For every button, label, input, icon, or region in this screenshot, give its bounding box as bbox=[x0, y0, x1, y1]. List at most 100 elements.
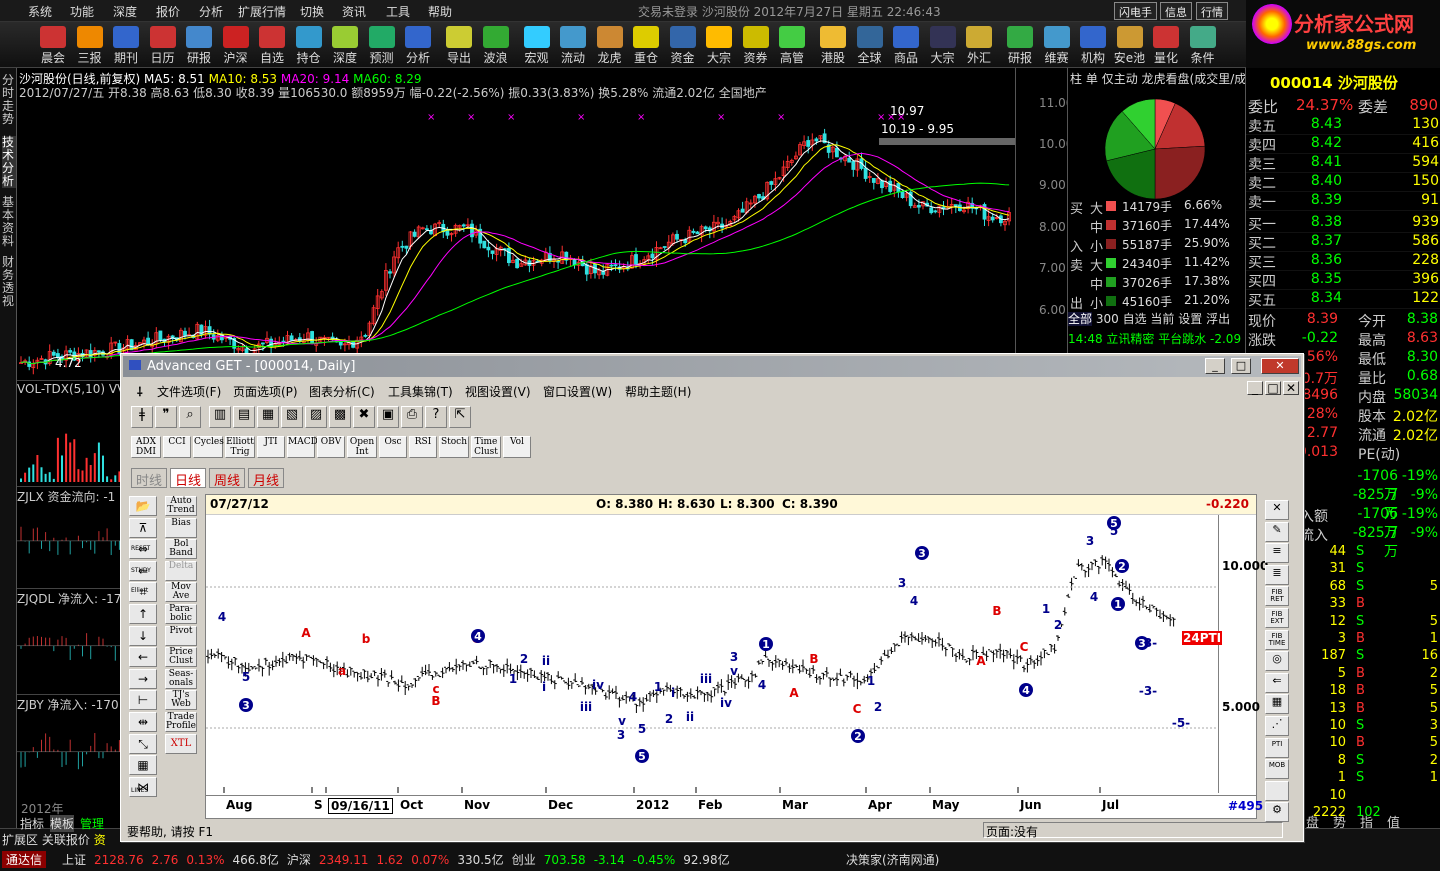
menu-system[interactable]: 系统 bbox=[28, 3, 52, 20]
menu-icon[interactable]: ⸸ bbox=[137, 383, 143, 400]
toolbar-22-button[interactable]: 全球 bbox=[853, 24, 887, 66]
period-tab-weekly[interactable]: 周线 bbox=[209, 468, 246, 489]
menu-analysis[interactable]: 分析 bbox=[199, 3, 223, 20]
tool-6-icon[interactable]: ▧ bbox=[281, 406, 303, 428]
menu-chart[interactable]: 图表分析(C) bbox=[309, 383, 375, 400]
advanced-get-window[interactable]: Advanced GET - [000014, Daily] _ □ ✕ ⸸ 文… bbox=[120, 353, 1304, 842]
toolbar-27-button[interactable]: 维赛特 bbox=[1040, 24, 1074, 82]
toolbar-11-button[interactable]: 导出 bbox=[442, 24, 476, 66]
indicator-1-button[interactable]: CCI bbox=[163, 436, 191, 458]
study-4-button[interactable]: Mov Ave bbox=[165, 582, 197, 603]
tab-technical[interactable]: 技术分析 bbox=[2, 136, 16, 188]
toolbar-25-button[interactable]: 外汇 bbox=[962, 24, 996, 66]
right-tool-0-button[interactable]: ✕ bbox=[1265, 500, 1289, 520]
tool-0-icon[interactable]: ǂ bbox=[131, 406, 153, 428]
tool-2-icon[interactable]: ⌕ bbox=[179, 406, 201, 428]
market-button[interactable]: 行情 bbox=[1196, 2, 1228, 20]
tab-fundamental[interactable]: 基本资料 bbox=[2, 196, 16, 248]
menu-depth[interactable]: 深度 bbox=[113, 3, 137, 20]
toolbar-10-button[interactable]: 分析 bbox=[401, 24, 435, 66]
tab-all[interactable]: 全部 bbox=[1068, 312, 1093, 326]
tab-financial[interactable]: 财务透视 bbox=[2, 256, 16, 308]
info-button[interactable]: 信息 bbox=[1160, 2, 1192, 20]
tool-9-icon[interactable]: ✖ bbox=[353, 406, 375, 428]
tab-bar[interactable]: 柱 bbox=[1070, 72, 1082, 86]
tab-ext[interactable]: 扩展区 bbox=[2, 833, 38, 847]
tab-intraday[interactable]: 分时走势 bbox=[2, 74, 16, 126]
toolbar-9-button[interactable]: 预测 bbox=[365, 24, 399, 66]
tab-settings[interactable]: 设置 bbox=[1178, 312, 1202, 326]
tool-4-icon[interactable]: ▤ bbox=[233, 406, 255, 428]
tool-3-icon[interactable]: ▥ bbox=[209, 406, 231, 428]
tab-active[interactable]: 仅主动 bbox=[1102, 72, 1138, 86]
window-titlebar[interactable]: Advanced GET - [000014, Daily] _ □ ✕ bbox=[123, 356, 1301, 377]
toolbar-6-button[interactable]: 自选 bbox=[255, 24, 289, 66]
toolbar-2-button[interactable]: 期刊 bbox=[109, 24, 143, 66]
toolbar-13-button[interactable]: 宏观 bbox=[520, 24, 554, 66]
toolbar-15-button[interactable]: 龙虎榜 bbox=[593, 24, 627, 82]
indicator-9-button[interactable]: RSI bbox=[409, 436, 437, 458]
period-tab-daily[interactable]: 日线 bbox=[170, 468, 207, 489]
indicator-2-button[interactable]: Cycles bbox=[193, 436, 224, 458]
close-button[interactable]: ✕ bbox=[1261, 358, 1299, 374]
menu-file[interactable]: 文件选项(F) bbox=[157, 383, 221, 400]
right-tool-7-button[interactable]: ◎ bbox=[1265, 651, 1289, 672]
menu-view[interactable]: 视图设置(V) bbox=[465, 383, 531, 400]
tab-related[interactable]: 关联报价 bbox=[42, 833, 90, 847]
tab-watch[interactable]: 自选 bbox=[1123, 312, 1147, 326]
menu-page[interactable]: 页面选项(P) bbox=[233, 383, 298, 400]
tool-0-button[interactable]: 📂 bbox=[129, 496, 157, 516]
indicator-4-button[interactable]: JTI bbox=[257, 436, 285, 458]
indicator-8-button[interactable]: Osc bbox=[379, 436, 407, 458]
tool-11-icon[interactable]: ⎙ bbox=[401, 406, 423, 428]
indicator-0-button[interactable]: ADX DMI bbox=[131, 436, 161, 458]
study-6-button[interactable]: Pivot bbox=[165, 625, 197, 646]
toolbar-19-button[interactable]: 资券 bbox=[739, 24, 773, 66]
right-tool-13-button[interactable] bbox=[1265, 780, 1289, 801]
menu-switch[interactable]: 切换 bbox=[300, 3, 324, 20]
tool-9-button[interactable]: ⊢ bbox=[129, 690, 157, 711]
toolbar-20-button[interactable]: 高管 bbox=[775, 24, 809, 66]
tool-11-button[interactable]: ⤡ bbox=[129, 733, 157, 754]
right-tool-9-button[interactable]: ▦ bbox=[1265, 694, 1289, 715]
tool-1-icon[interactable]: ❞ bbox=[155, 406, 177, 428]
toolbar-14-button[interactable]: 流动性 bbox=[556, 24, 590, 82]
toolbar-28-button[interactable]: 机构池 bbox=[1076, 24, 1110, 82]
menu-quote[interactable]: 报价 bbox=[156, 3, 180, 20]
mdi-restore-button[interactable]: □ bbox=[1265, 381, 1281, 395]
menu-help[interactable]: 帮助 bbox=[428, 3, 452, 20]
tool-12-icon[interactable]: ? bbox=[425, 406, 447, 428]
menu-news[interactable]: 资讯 bbox=[342, 3, 366, 20]
tool-1-button[interactable]: ⊼ bbox=[129, 517, 157, 538]
tool-5-button[interactable]: ↑ bbox=[129, 604, 157, 624]
study-8-button[interactable]: Seas-onals bbox=[165, 668, 197, 689]
tab-longhu[interactable]: 龙虎看盘(成交里/成 bbox=[1142, 72, 1247, 86]
toolbar-26-button[interactable]: 研报 bbox=[1003, 24, 1037, 66]
indicator-7-button[interactable]: Open Int bbox=[347, 436, 377, 458]
toolbar-1-button[interactable]: 三报 bbox=[73, 24, 107, 66]
study-1-button[interactable]: Bias bbox=[165, 517, 197, 538]
tool-12-button[interactable]: ▦ bbox=[129, 755, 157, 776]
indicator-3-button[interactable]: Elliott Trig bbox=[225, 436, 255, 458]
toolbar-12-button[interactable]: 波浪 bbox=[479, 24, 513, 66]
study-11-button[interactable]: XTL bbox=[165, 733, 197, 754]
period-tab-monthly[interactable]: 月线 bbox=[248, 468, 285, 489]
right-tool-14-button[interactable]: ⚙ bbox=[1265, 802, 1289, 823]
indicator-6-button[interactable]: OBV bbox=[317, 436, 345, 458]
bottom-tab[interactable]: 指标 bbox=[20, 815, 44, 832]
toolbar-18-button[interactable]: 大宗 bbox=[702, 24, 736, 66]
toolbar-31-button[interactable]: 条件选 bbox=[1186, 24, 1220, 82]
tool-8-icon[interactable]: ▩ bbox=[329, 406, 351, 428]
study-3-button[interactable]: Delta bbox=[165, 560, 197, 581]
tool-10-button[interactable]: ⇹ bbox=[129, 712, 157, 732]
mdi-close-button[interactable]: ✕ bbox=[1283, 381, 1299, 395]
toolbar-4-button[interactable]: 研报 bbox=[182, 24, 216, 66]
indicator-11-button[interactable]: Time Clust bbox=[471, 436, 501, 458]
study-7-button[interactable]: Price Clust bbox=[165, 647, 197, 668]
study-2-button[interactable]: Bol Band bbox=[165, 539, 197, 560]
toolbar-24-button[interactable]: 大宗 bbox=[926, 24, 960, 66]
right-tool-1-button[interactable]: ✎ bbox=[1265, 521, 1289, 542]
indicator-10-button[interactable]: Stoch bbox=[439, 436, 469, 458]
toolbar-0-button[interactable]: 晨会 bbox=[36, 24, 70, 66]
toolbar-5-button[interactable]: 沪深 bbox=[219, 24, 253, 66]
